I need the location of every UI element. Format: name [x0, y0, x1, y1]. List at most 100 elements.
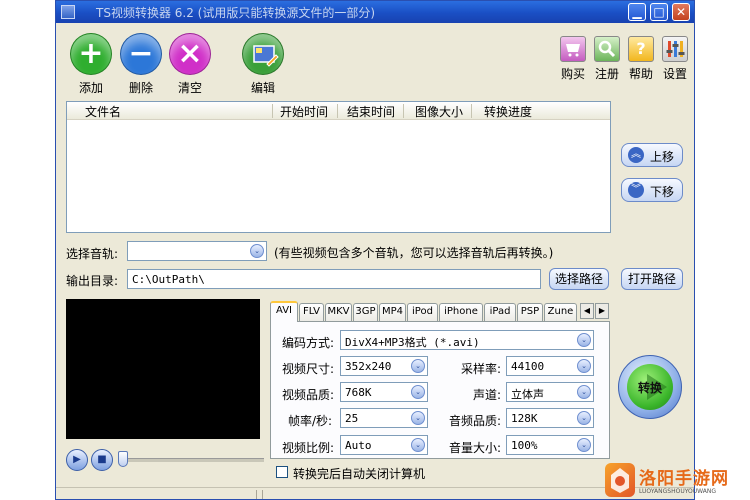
tab-3gp[interactable]: 3GP — [353, 303, 378, 321]
delete-label: 删除 — [128, 81, 153, 95]
tab-avi[interactable]: AVI — [270, 301, 298, 322]
chevron-down-icon[interactable]: ⌄ — [577, 411, 591, 425]
col-progress[interactable]: 转换进度 — [484, 103, 532, 120]
col-filename[interactable]: 文件名 — [85, 103, 121, 120]
audio-quality-value: 128K — [511, 412, 538, 425]
video-quality-select[interactable]: 768K ⌄ — [340, 382, 428, 402]
sample-rate-select[interactable]: 44100 ⌄ — [506, 356, 594, 376]
tab-zune[interactable]: Zune — [544, 303, 577, 321]
tab-scroll-left-icon[interactable]: ◀ — [580, 303, 594, 319]
chevron-down-icon[interactable]: ⌄ — [577, 438, 591, 452]
audio-track-select[interactable]: ⌄ — [127, 241, 267, 261]
video-size-value: 352x240 — [345, 360, 392, 373]
settings-label: 设置 — [662, 67, 687, 81]
close-button[interactable]: ✕ — [672, 3, 690, 21]
tab-ipad[interactable]: iPad — [484, 303, 516, 321]
output-dir-label: 输出目录: — [66, 274, 119, 288]
watermark-text: 洛阳手游网 — [639, 469, 729, 489]
open-path-button[interactable]: 打开路径 — [621, 268, 683, 290]
edit-film-icon — [253, 45, 279, 67]
clear-label: 清空 — [177, 81, 202, 95]
help-icon: ? — [628, 36, 654, 62]
edit-label: 编辑 — [250, 81, 275, 95]
fps-label: 帧率/秒: — [288, 414, 333, 428]
file-list[interactable]: 文件名 开始时间 结束时间 图像大小 转换进度 — [66, 101, 611, 233]
double-up-icon: ︽ — [628, 147, 644, 163]
chevron-down-icon[interactable]: ⌄ — [411, 411, 425, 425]
tab-flv[interactable]: FLV — [299, 303, 324, 321]
video-ratio-label: 视频比例: — [282, 441, 335, 455]
col-image-size[interactable]: 图像大小 — [415, 103, 463, 120]
move-up-button[interactable]: ︽ 上移 — [621, 143, 683, 167]
video-preview — [66, 299, 260, 439]
volume-value: 100% — [511, 439, 538, 452]
channel-label: 声道: — [473, 388, 502, 402]
play-button[interactable]: ▶ — [66, 449, 88, 471]
stop-button[interactable]: ■ — [91, 449, 113, 471]
add-button[interactable]: + 添加 — [66, 33, 116, 96]
site-watermark: 洛阳手游网 LUOYANGSHOUYOUWANG — [605, 463, 747, 499]
delete-button[interactable]: − 删除 — [116, 33, 166, 96]
maximize-button[interactable]: □ — [650, 3, 668, 21]
watermark-logo-icon — [605, 463, 635, 497]
move-down-button[interactable]: ︾ 下移 — [621, 178, 683, 202]
col-start-time[interactable]: 开始时间 — [280, 103, 328, 120]
tab-scroll-right-icon[interactable]: ▶ — [595, 303, 609, 319]
seek-thumb[interactable] — [118, 451, 128, 467]
clear-button[interactable]: × 清空 — [165, 33, 215, 96]
channel-value: 立体声 — [511, 388, 544, 401]
video-quality-value: 768K — [345, 386, 372, 399]
chevron-down-icon[interactable]: ⌄ — [411, 385, 425, 399]
chevron-down-icon[interactable]: ⌄ — [411, 359, 425, 373]
video-size-label: 视频尺寸: — [282, 362, 335, 376]
tab-ipod[interactable]: iPod — [407, 303, 438, 321]
tab-psp[interactable]: PSP — [517, 303, 543, 321]
buy-button[interactable]: 购买 — [556, 36, 590, 82]
tab-mkv[interactable]: MKV — [325, 303, 352, 321]
app-icon — [61, 5, 75, 19]
tab-mp4[interactable]: MP4 — [379, 303, 406, 321]
add-label: 添加 — [78, 81, 103, 95]
clear-icon: × — [169, 33, 211, 75]
shutdown-checkbox[interactable] — [276, 466, 288, 478]
chevron-down-icon[interactable]: ⌄ — [250, 244, 264, 258]
channel-select[interactable]: 立体声 ⌄ — [506, 382, 594, 402]
chevron-down-icon[interactable]: ⌄ — [577, 359, 591, 373]
minus-icon: − — [120, 33, 162, 75]
chevron-down-icon[interactable]: ⌄ — [577, 385, 591, 399]
fps-value: 25 — [345, 412, 359, 425]
sample-rate-label: 采样率: — [461, 362, 502, 376]
volume-select[interactable]: 100% ⌄ — [506, 435, 594, 455]
convert-button[interactable]: 转换 — [618, 355, 682, 419]
help-label: 帮助 — [628, 67, 653, 81]
video-ratio-value: Auto — [345, 439, 372, 452]
app-window: TS视频转换器 6.2 (试用版只能转换源文件的一部分) ▁ □ ✕ + 添加 … — [55, 0, 695, 500]
tab-iphone[interactable]: iPhone — [439, 303, 483, 321]
chevron-down-icon[interactable]: ⌄ — [577, 333, 591, 347]
double-down-icon: ︾ — [628, 182, 644, 198]
edit-button[interactable]: 编辑 — [238, 33, 288, 96]
select-path-button[interactable]: 选择路径 — [549, 268, 609, 290]
convert-arrow-icon: 转换 — [627, 364, 673, 410]
move-down-label: 下移 — [650, 185, 675, 199]
col-end-time[interactable]: 结束时间 — [347, 103, 395, 120]
codec-label: 编码方式: — [282, 336, 335, 350]
chevron-down-icon[interactable]: ⌄ — [411, 438, 425, 452]
audio-quality-select[interactable]: 128K ⌄ — [506, 408, 594, 428]
edit-icon — [242, 33, 284, 75]
video-ratio-select[interactable]: Auto ⌄ — [340, 435, 428, 455]
minimize-button[interactable]: ▁ — [628, 3, 646, 21]
codec-select[interactable]: DivX4+MP3格式 (*.avi) ⌄ — [340, 330, 594, 350]
register-button[interactable]: 注册 — [590, 36, 624, 82]
audio-quality-label: 音频品质: — [449, 414, 502, 428]
output-path-input[interactable]: C:\OutPath\ — [127, 269, 541, 289]
help-button[interactable]: ? 帮助 — [624, 36, 658, 82]
status-bar — [56, 487, 694, 499]
fps-select[interactable]: 25 ⌄ — [340, 408, 428, 428]
title-bar[interactable]: TS视频转换器 6.2 (试用版只能转换源文件的一部分) ▁ □ ✕ — [56, 1, 694, 23]
video-size-select[interactable]: 352x240 ⌄ — [340, 356, 428, 376]
audio-track-label: 选择音轨: — [66, 247, 119, 261]
seek-track[interactable] — [124, 458, 264, 462]
shutdown-label[interactable]: 转换完后自动关闭计算机 — [293, 465, 425, 482]
settings-button[interactable]: 设置 — [658, 36, 692, 82]
